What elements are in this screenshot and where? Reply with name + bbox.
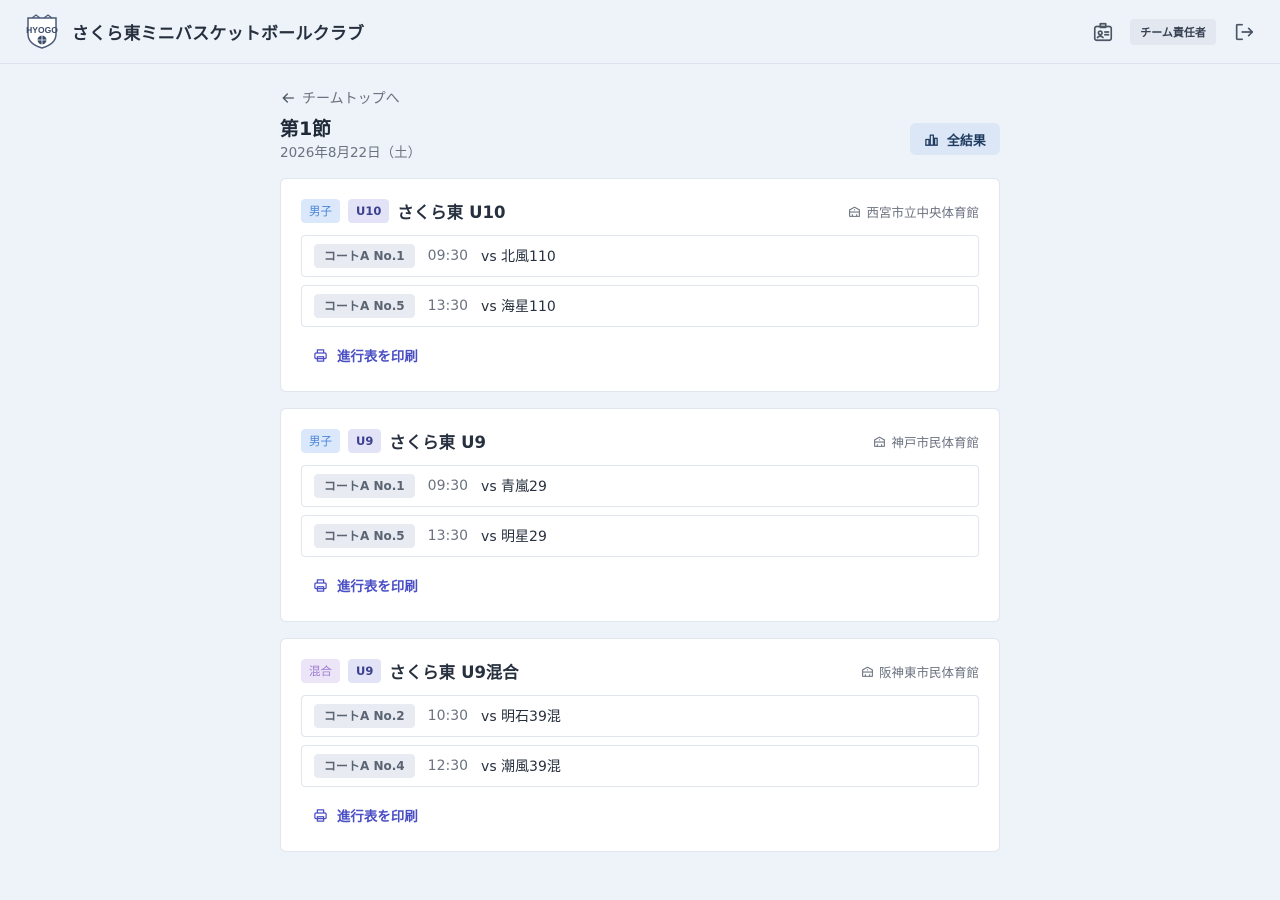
role-badge: チーム責任者 <box>1130 18 1216 45</box>
match-row[interactable]: コートA No.5 13:30 vs 明星29 <box>301 515 979 557</box>
all-results-label: 全結果 <box>946 133 986 149</box>
print-schedule-link[interactable]: 進行表を印刷 <box>313 575 418 595</box>
match-time: 09:30 <box>427 478 469 494</box>
court-badge: コートA No.2 <box>314 704 415 728</box>
page-title: 第1節 <box>280 118 332 140</box>
match-time: 09:30 <box>427 248 469 264</box>
age-tag: U9 <box>348 429 382 453</box>
match-row[interactable]: コートA No.4 12:30 vs 潮風39混 <box>301 745 979 787</box>
age-tag: U10 <box>348 199 390 223</box>
venue-label: 西宮市立中央体育館 <box>866 204 979 220</box>
team-card: 混合 U9 さくら東 U9混合 阪神東市民体育館 コートA No.2 10:30… <box>280 638 1000 852</box>
team-name: さくら東 U9 <box>389 433 486 452</box>
court-badge: コートA No.5 <box>314 524 415 548</box>
gender-tag: 混合 <box>301 659 340 683</box>
age-tag: U9 <box>348 659 382 683</box>
print-label: 進行表を印刷 <box>337 809 418 825</box>
back-link-label: チームトップへ <box>302 91 400 107</box>
match-row[interactable]: コートA No.1 09:30 vs 青嵐29 <box>301 465 979 507</box>
venue: 西宮市立中央体育館 <box>848 202 979 221</box>
match-time: 13:30 <box>427 298 469 314</box>
match-opponent: vs 明石39混 <box>481 709 561 725</box>
team-card: 男子 U9 さくら東 U9 神戸市民体育館 コートA No.1 09:30 vs… <box>280 408 1000 622</box>
print-schedule-link[interactable]: 進行表を印刷 <box>313 805 418 825</box>
match-opponent: vs 海星110 <box>481 299 556 315</box>
match-row[interactable]: コートA No.1 09:30 vs 北風110 <box>301 235 979 277</box>
team-name: さくら東 U10 <box>397 203 506 222</box>
app-header: HYOGO さくら東ミニバスケットボールクラブ チーム責任者 <box>0 0 1280 64</box>
building-icon <box>862 666 873 677</box>
match-row[interactable]: コートA No.2 10:30 vs 明石39混 <box>301 695 979 737</box>
venue-label: 阪神東市民体育館 <box>878 664 979 680</box>
bar-chart-icon <box>925 134 938 146</box>
gender-tag: 男子 <box>301 429 340 453</box>
court-badge: コートA No.5 <box>314 294 415 318</box>
logo-text: HYOGO <box>26 25 58 35</box>
building-icon <box>874 436 886 447</box>
team-name: さくら東 U9混合 <box>389 663 519 682</box>
all-results-button[interactable]: 全結果 <box>909 123 1000 155</box>
venue: 神戸市民体育館 <box>873 432 979 451</box>
building-icon <box>849 206 861 217</box>
main-content: チームトップへ 第1節 2026年8月22日（土） 全結果 男子 U10 さくら… <box>280 64 1000 852</box>
club-logo[interactable]: HYOGO <box>24 13 60 50</box>
logout-icon[interactable] <box>1232 20 1256 44</box>
print-schedule-link[interactable]: 進行表を印刷 <box>313 345 418 365</box>
venue-label: 神戸市民体育館 <box>891 434 979 450</box>
printer-icon <box>314 808 327 822</box>
court-badge: コートA No.1 <box>314 474 415 498</box>
team-card: 男子 U10 さくら東 U10 西宮市立中央体育館 コートA No.1 09:3… <box>280 178 1000 392</box>
printer-icon <box>314 348 327 362</box>
match-row[interactable]: コートA No.5 13:30 vs 海星110 <box>301 285 979 327</box>
match-opponent: vs 潮風39混 <box>481 759 561 775</box>
match-time: 10:30 <box>427 708 469 724</box>
court-badge: コートA No.4 <box>314 754 415 778</box>
match-opponent: vs 青嵐29 <box>481 479 547 495</box>
gender-tag: 男子 <box>301 199 340 223</box>
page-date: 2026年8月22日（土） <box>280 145 422 161</box>
match-time: 13:30 <box>427 528 469 544</box>
team-cards: 男子 U10 さくら東 U10 西宮市立中央体育館 コートA No.1 09:3… <box>280 178 1000 852</box>
match-opponent: vs 北風110 <box>481 249 556 265</box>
venue: 阪神東市民体育館 <box>861 662 979 681</box>
back-to-team-link[interactable]: チームトップへ <box>280 88 1000 108</box>
court-badge: コートA No.1 <box>314 244 415 268</box>
printer-icon <box>314 578 327 592</box>
match-opponent: vs 明星29 <box>481 529 547 545</box>
match-time: 12:30 <box>427 758 469 774</box>
app-title: さくら東ミニバスケットボールクラブ <box>72 24 365 44</box>
print-label: 進行表を印刷 <box>337 579 418 595</box>
print-label: 進行表を印刷 <box>337 349 418 365</box>
id-card-icon[interactable] <box>1090 19 1116 45</box>
arrow-left-icon <box>282 93 294 103</box>
